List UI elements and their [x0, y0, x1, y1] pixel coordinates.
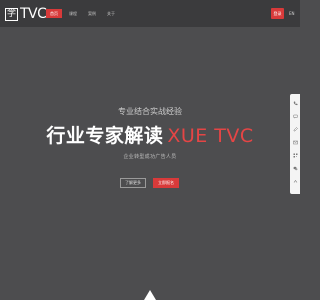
site-logo[interactable]: 学 TVC	[5, 5, 47, 23]
hero-title-accent: XUE TVC	[167, 125, 254, 147]
phone-icon[interactable]	[292, 99, 299, 108]
nav-item-home[interactable]: 首页	[46, 9, 62, 18]
top-icon[interactable]	[292, 177, 299, 186]
hero-eyebrow: 专业结合实战经验	[118, 107, 182, 116]
qr-icon[interactable]	[292, 151, 299, 160]
edit-icon[interactable]	[292, 125, 299, 134]
hero-title-main: 行业专家解读	[46, 125, 164, 147]
main-nav: 首页 课程 案例 关于	[46, 9, 122, 18]
logo-text: TVC	[20, 6, 47, 22]
top-header: 学 TVC 首页 课程 案例 关于 登录 EN	[0, 0, 300, 27]
language-toggle[interactable]: EN	[289, 11, 295, 16]
wechat-icon[interactable]	[292, 164, 299, 173]
apply-button[interactable]: 立即报名	[153, 178, 179, 188]
chat-icon[interactable]	[292, 112, 299, 121]
hero-subtitle: 企业转型成功广告人员	[123, 154, 177, 160]
nav-item-courses[interactable]: 课程	[65, 9, 81, 18]
nav-item-about[interactable]: 关于	[103, 9, 119, 18]
login-button[interactable]: 登录	[271, 8, 284, 19]
logo-mark: 学	[5, 7, 18, 21]
hero-title: 行业专家解读 XUE TVC	[0, 121, 300, 148]
scroll-indicator-icon[interactable]	[144, 290, 156, 300]
floating-sidebar	[290, 94, 300, 194]
nav-item-cases[interactable]: 案例	[84, 9, 100, 18]
mail-icon[interactable]	[292, 138, 299, 147]
learn-more-button[interactable]: 了解更多	[120, 178, 146, 188]
